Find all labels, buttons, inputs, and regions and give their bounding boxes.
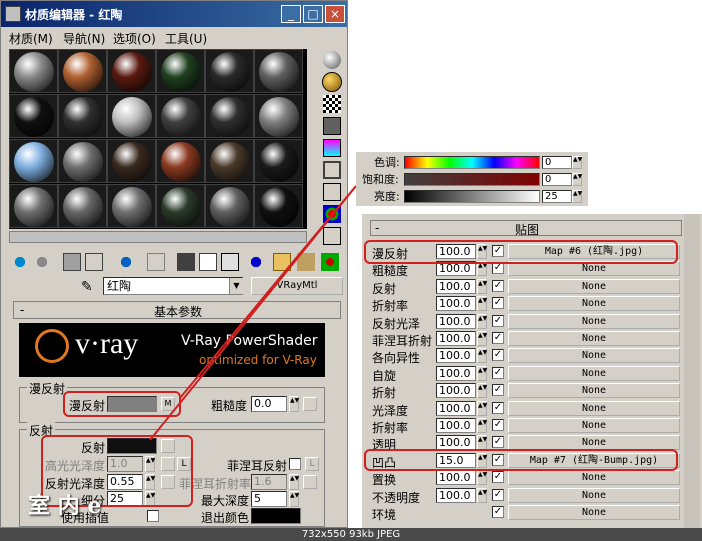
map-slot-label: 反射光泽: [372, 316, 421, 331]
map-amount-field[interactable]: 100.0: [436, 331, 476, 346]
map-amount-field[interactable]: 100.0: [436, 400, 476, 416]
map-enable-checkbox[interactable]: ✓: [492, 384, 504, 397]
saturation-spinner[interactable]: ▲▼: [572, 173, 582, 186]
map-row: 各向异性 100.0 ▲▼ ✓ None: [370, 348, 682, 365]
watermark: 室 内 e: [28, 493, 102, 519]
map-amount-spinner[interactable]: ▲▼: [477, 487, 487, 503]
map-row: 置换 100.0 ▲▼ ✓ None: [370, 470, 682, 487]
map-slot-label: 各向异性: [372, 351, 421, 366]
hue-spinner[interactable]: ▲▼: [572, 156, 582, 169]
map-slot-label: 反射: [372, 281, 397, 296]
map-enable-checkbox[interactable]: ✓: [492, 436, 504, 449]
map-amount-field[interactable]: 100.0: [436, 383, 476, 399]
map-enable-checkbox[interactable]: ✓: [492, 349, 504, 362]
map-row: 折射 100.0 ▲▼ ✓ None: [370, 383, 682, 400]
map-amount-spinner[interactable]: ▲▼: [477, 418, 487, 433]
map-amount-spinner[interactable]: ▲▼: [477, 313, 487, 329]
highlight-bump-map: [364, 449, 678, 471]
map-enable-checkbox[interactable]: ✓: [492, 332, 504, 344]
map-amount-spinner[interactable]: ▲▼: [477, 400, 487, 416]
hue-label: 色调:: [374, 156, 400, 169]
saturation-label: 饱和度:: [362, 173, 399, 186]
map-amount-field[interactable]: 100.0: [436, 278, 476, 294]
map-slot-button[interactable]: None: [508, 487, 680, 503]
map-amount-spinner[interactable]: ▲▼: [477, 278, 487, 294]
map-amount-spinner[interactable]: ▲▼: [477, 470, 487, 486]
map-amount-spinner[interactable]: ▲▼: [477, 348, 487, 364]
map-slot-label: 折射率: [372, 299, 409, 314]
maps-panel: - 贴图 漫反射 100.0 ▲▼ ✓ Map #6 (红陶.jpg) 粗糙度 100.0 ▲…: [362, 214, 702, 528]
map-amount-field[interactable]: 100.0: [436, 487, 476, 503]
map-slot-button[interactable]: None: [508, 418, 680, 433]
map-slot-button[interactable]: None: [508, 505, 680, 520]
saturation-field[interactable]: 0: [542, 173, 572, 186]
map-enable-checkbox[interactable]: ✓: [492, 262, 504, 275]
map-row: 菲涅耳折射 100.0 ▲▼ ✓ None: [370, 331, 682, 348]
map-slot-label: 折射率: [372, 421, 409, 435]
map-slot-button[interactable]: None: [508, 383, 680, 399]
map-enable-checkbox[interactable]: ✓: [492, 366, 504, 379]
map-row: 光泽度 100.0 ▲▼ ✓ None: [370, 400, 682, 418]
color-picker-panel: 色调: 0 ▲▼ 饱和度: 0 ▲▼ 亮度: 25 ▲▼: [356, 152, 588, 206]
map-row: 反射光泽 100.0 ▲▼ ✓ None: [370, 313, 682, 331]
map-slot-button[interactable]: None: [508, 400, 680, 416]
highlight-diffuse-map: [364, 240, 678, 264]
map-slot-label: 粗糙度: [372, 264, 409, 279]
value-spinner[interactable]: ▲▼: [572, 190, 582, 203]
map-amount-spinner[interactable]: ▲▼: [477, 331, 487, 346]
map-slot-button[interactable]: None: [508, 296, 680, 312]
map-enable-checkbox[interactable]: ✓: [492, 401, 504, 414]
map-slot-label: 自旋: [372, 368, 397, 383]
map-amount-spinner[interactable]: ▲▼: [477, 383, 487, 399]
map-row: 不透明度 100.0 ▲▼ ✓ None: [370, 487, 682, 505]
map-amount-field[interactable]: 100.0: [436, 348, 476, 364]
image-caption: 732x550 93kb JPEG: [0, 528, 702, 541]
map-slot-button[interactable]: None: [508, 470, 680, 486]
map-enable-checkbox[interactable]: ✓: [492, 471, 504, 484]
map-slot-label: 光泽度: [372, 403, 409, 418]
map-row: 反射 100.0 ▲▼ ✓ None: [370, 278, 682, 296]
map-slot-button[interactable]: None: [508, 331, 680, 346]
map-slot-button[interactable]: None: [508, 348, 680, 364]
value-slider[interactable]: [404, 190, 540, 203]
hue-field[interactable]: 0: [542, 156, 572, 169]
map-row: 环境 ✓ None: [370, 505, 682, 522]
map-slot-label: 置换: [372, 473, 397, 488]
map-slot-button[interactable]: None: [508, 365, 680, 381]
map-slot-button[interactable]: None: [508, 313, 680, 329]
map-enable-checkbox[interactable]: ✓: [492, 419, 504, 431]
value-field[interactable]: 25: [542, 190, 572, 203]
map-enable-checkbox[interactable]: ✓: [492, 314, 504, 327]
maps-scrollbar[interactable]: [684, 214, 700, 528]
map-slot-label: 菲涅耳折射: [372, 334, 433, 348]
map-amount-field[interactable]: 100.0: [436, 418, 476, 433]
map-amount-spinner[interactable]: ▲▼: [477, 365, 487, 381]
map-row: 折射率 100.0 ▲▼ ✓ None: [370, 418, 682, 435]
map-amount-field[interactable]: 100.0: [436, 313, 476, 329]
map-amount-field[interactable]: 100.0: [436, 470, 476, 486]
connector-line-reflect: [149, 185, 357, 441]
map-slot-label: 不透明度: [372, 490, 421, 505]
map-enable-checkbox[interactable]: ✓: [492, 279, 504, 292]
map-row: 折射率 100.0 ▲▼ ✓ None: [370, 296, 682, 313]
map-slot-label: 折射: [372, 386, 397, 401]
map-enable-checkbox[interactable]: ✓: [492, 488, 504, 501]
saturation-slider[interactable]: [404, 173, 540, 186]
map-slot-button[interactable]: None: [508, 278, 680, 294]
map-amount-field[interactable]: 100.0: [436, 296, 476, 312]
map-row: 自旋 100.0 ▲▼ ✓ None: [370, 365, 682, 383]
map-enable-checkbox[interactable]: ✓: [492, 297, 504, 310]
map-amount-spinner[interactable]: ▲▼: [477, 296, 487, 312]
map-enable-checkbox[interactable]: ✓: [492, 506, 504, 518]
value-label: 亮度:: [374, 190, 400, 203]
map-slot-label: 环境: [372, 508, 397, 522]
hue-slider[interactable]: [404, 156, 540, 169]
map-amount-field[interactable]: 100.0: [436, 365, 476, 381]
